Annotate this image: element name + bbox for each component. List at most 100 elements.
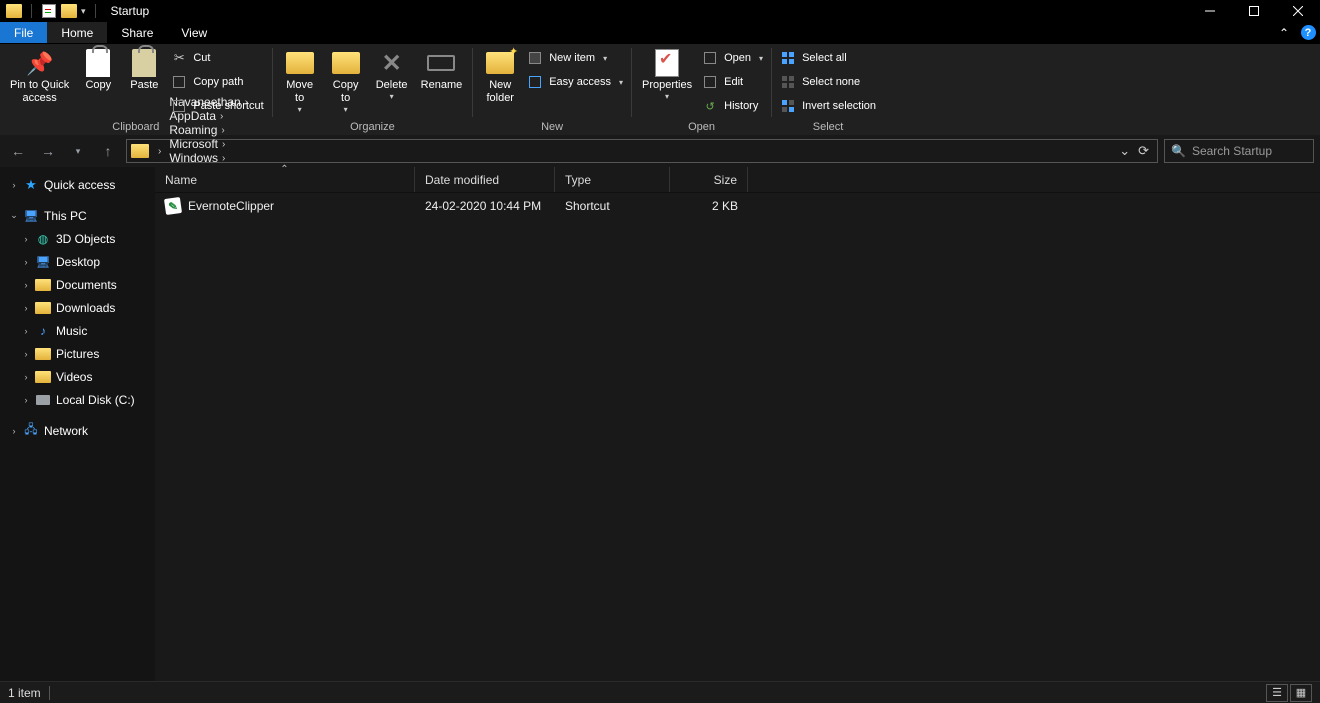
sidebar-item[interactable]: ›🖥Desktop <box>0 250 155 273</box>
column-header-date[interactable]: Date modified <box>415 167 555 192</box>
cut-button[interactable]: ✂Cut <box>171 48 263 68</box>
copy-icon <box>84 49 112 77</box>
column-header-type[interactable]: Type <box>555 167 670 192</box>
sidebar-item-quick-access[interactable]: › ★ Quick access <box>0 173 155 196</box>
status-item-count: 1 item <box>8 686 41 700</box>
chevron-down-icon: ▾ <box>619 78 623 87</box>
minimize-button[interactable] <box>1188 0 1232 22</box>
close-button[interactable] <box>1276 0 1320 22</box>
group-label-select: Select <box>776 118 880 135</box>
chevron-right-icon: › <box>18 349 34 359</box>
chevron-down-icon: ▾ <box>390 94 394 100</box>
group-label-organize: Organize <box>277 118 469 135</box>
file-row[interactable]: ✎EvernoteClipper24-02-2020 10:44 PMShort… <box>155 193 1320 219</box>
chevron-down-icon: ▾ <box>344 107 348 113</box>
qa-properties-icon[interactable] <box>41 3 57 19</box>
chevron-right-icon: › <box>18 257 34 267</box>
sidebar-item-label: Music <box>56 324 87 338</box>
breadcrumb-item[interactable]: Microsoft › <box>166 137 251 151</box>
nav-forward-button[interactable]: → <box>36 139 60 163</box>
copy-label: Copy <box>85 79 111 92</box>
pin-to-quick-access-button[interactable]: 📌 Pin to Quick access <box>4 46 75 105</box>
new-folder-label: New folder <box>486 79 514 105</box>
search-box[interactable]: 🔍 <box>1164 139 1314 163</box>
sidebar-item[interactable]: ›◍3D Objects <box>0 227 155 250</box>
breadcrumb-label: Microsoft <box>169 137 218 151</box>
new-folder-button[interactable]: New folder <box>477 46 523 105</box>
properties-button[interactable]: Properties ▾ <box>636 46 698 100</box>
view-thumbnails-button[interactable]: ▦ <box>1290 684 1312 702</box>
music-icon: ♪ <box>34 323 52 339</box>
copy-to-button[interactable]: Copy to ▾ <box>323 46 369 113</box>
edit-button[interactable]: Edit <box>702 72 763 92</box>
folder-icon <box>131 144 149 158</box>
new-item-button[interactable]: New item▾ <box>527 48 623 68</box>
ribbon-group-open: Properties ▾ Open▾ Edit ↺History Open <box>632 44 771 135</box>
sidebar-item-network[interactable]: › 🖧 Network <box>0 419 155 442</box>
rename-label: Rename <box>421 79 463 92</box>
sidebar-item-label: Videos <box>56 370 92 384</box>
sidebar-item-this-pc[interactable]: ⌄ 🖥 This PC <box>0 204 155 227</box>
file-type: Shortcut <box>555 199 670 213</box>
qa-new-folder-icon[interactable] <box>61 3 77 19</box>
delete-icon: ✕ <box>378 49 406 77</box>
nav-up-button[interactable]: ↑ <box>96 139 120 163</box>
column-header-size[interactable]: Size <box>670 167 748 192</box>
sidebar-item[interactable]: ›♪ Music <box>0 319 155 342</box>
collapse-ribbon-button[interactable]: ⌃ <box>1272 22 1296 43</box>
ribbon-group-clipboard: 📌 Pin to Quick access Copy Paste ✂Cut Co… <box>0 44 272 135</box>
chevron-right-icon: › <box>18 326 34 336</box>
file-name: EvernoteClipper <box>188 199 274 213</box>
nav-recent-button[interactable]: ▾ <box>66 139 90 163</box>
column-header-name[interactable]: Name <box>155 167 415 192</box>
sidebar-item[interactable]: ›Local Disk (C:) <box>0 388 155 411</box>
history-button[interactable]: ↺History <box>702 96 763 116</box>
shortcut-icon: ✎ <box>164 197 182 215</box>
copy-button[interactable]: Copy <box>75 46 121 92</box>
address-bar[interactable]: › Navaneethan›AppData›Roaming›Microsoft›… <box>126 139 1158 163</box>
chevron-right-icon: › <box>222 153 225 164</box>
desktop-icon: 🖥 <box>34 254 52 270</box>
breadcrumb-item[interactable]: Windows› <box>166 151 251 165</box>
navigation-pane: › ★ Quick access ⌄ 🖥 This PC ›◍3D Object… <box>0 167 155 681</box>
tab-file[interactable]: File <box>0 22 47 43</box>
search-input[interactable] <box>1192 144 1307 158</box>
sidebar-item[interactable]: › Pictures <box>0 342 155 365</box>
open-button[interactable]: Open▾ <box>702 48 763 68</box>
tab-home[interactable]: Home <box>47 22 107 43</box>
qa-customize-icon[interactable]: ▾ <box>81 6 86 17</box>
paste-shortcut-button[interactable]: Paste shortcut <box>171 96 263 116</box>
nav-back-button[interactable]: ← <box>6 139 30 163</box>
sidebar-item[interactable]: ›Downloads <box>0 296 155 319</box>
chevron-right-icon: › <box>222 139 225 150</box>
select-all-icon <box>780 50 796 66</box>
copy-path-button[interactable]: Copy path <box>171 72 263 92</box>
tab-share[interactable]: Share <box>107 22 167 43</box>
rename-button[interactable]: Rename <box>415 46 469 92</box>
select-none-label: Select none <box>802 76 860 88</box>
sidebar-item[interactable]: ›Videos <box>0 365 155 388</box>
sidebar-item-label: Pictures <box>56 347 99 361</box>
help-button[interactable]: ? <box>1296 22 1320 43</box>
invert-selection-button[interactable]: Invert selection <box>780 96 876 116</box>
select-none-button[interactable]: Select none <box>780 72 876 92</box>
copy-path-icon <box>171 74 187 90</box>
move-to-button[interactable]: Move to ▾ <box>277 46 323 113</box>
delete-button[interactable]: ✕ Delete ▾ <box>369 46 415 100</box>
group-label-clipboard: Clipboard <box>4 118 268 135</box>
refresh-button[interactable]: ⟳ <box>1138 143 1149 159</box>
chevron-right-icon: › <box>18 234 34 244</box>
ribbon-group-organize: Move to ▾ Copy to ▾ ✕ Delete ▾ Rename Or… <box>273 44 473 135</box>
view-details-button[interactable]: ☰ <box>1266 684 1288 702</box>
address-dropdown-button[interactable]: ⌄ <box>1119 143 1130 159</box>
chevron-down-icon: ▾ <box>603 54 607 63</box>
tab-view[interactable]: View <box>167 22 221 43</box>
easy-access-button[interactable]: Easy access▾ <box>527 72 623 92</box>
network-icon: 🖧 <box>22 423 40 439</box>
sidebar-item[interactable]: ›Documents <box>0 273 155 296</box>
paste-button[interactable]: Paste <box>121 46 167 92</box>
select-all-button[interactable]: Select all <box>780 48 876 68</box>
ribbon-group-new: New folder New item▾ Easy access▾ New <box>473 44 631 135</box>
maximize-button[interactable] <box>1232 0 1276 22</box>
rename-icon <box>427 49 455 77</box>
